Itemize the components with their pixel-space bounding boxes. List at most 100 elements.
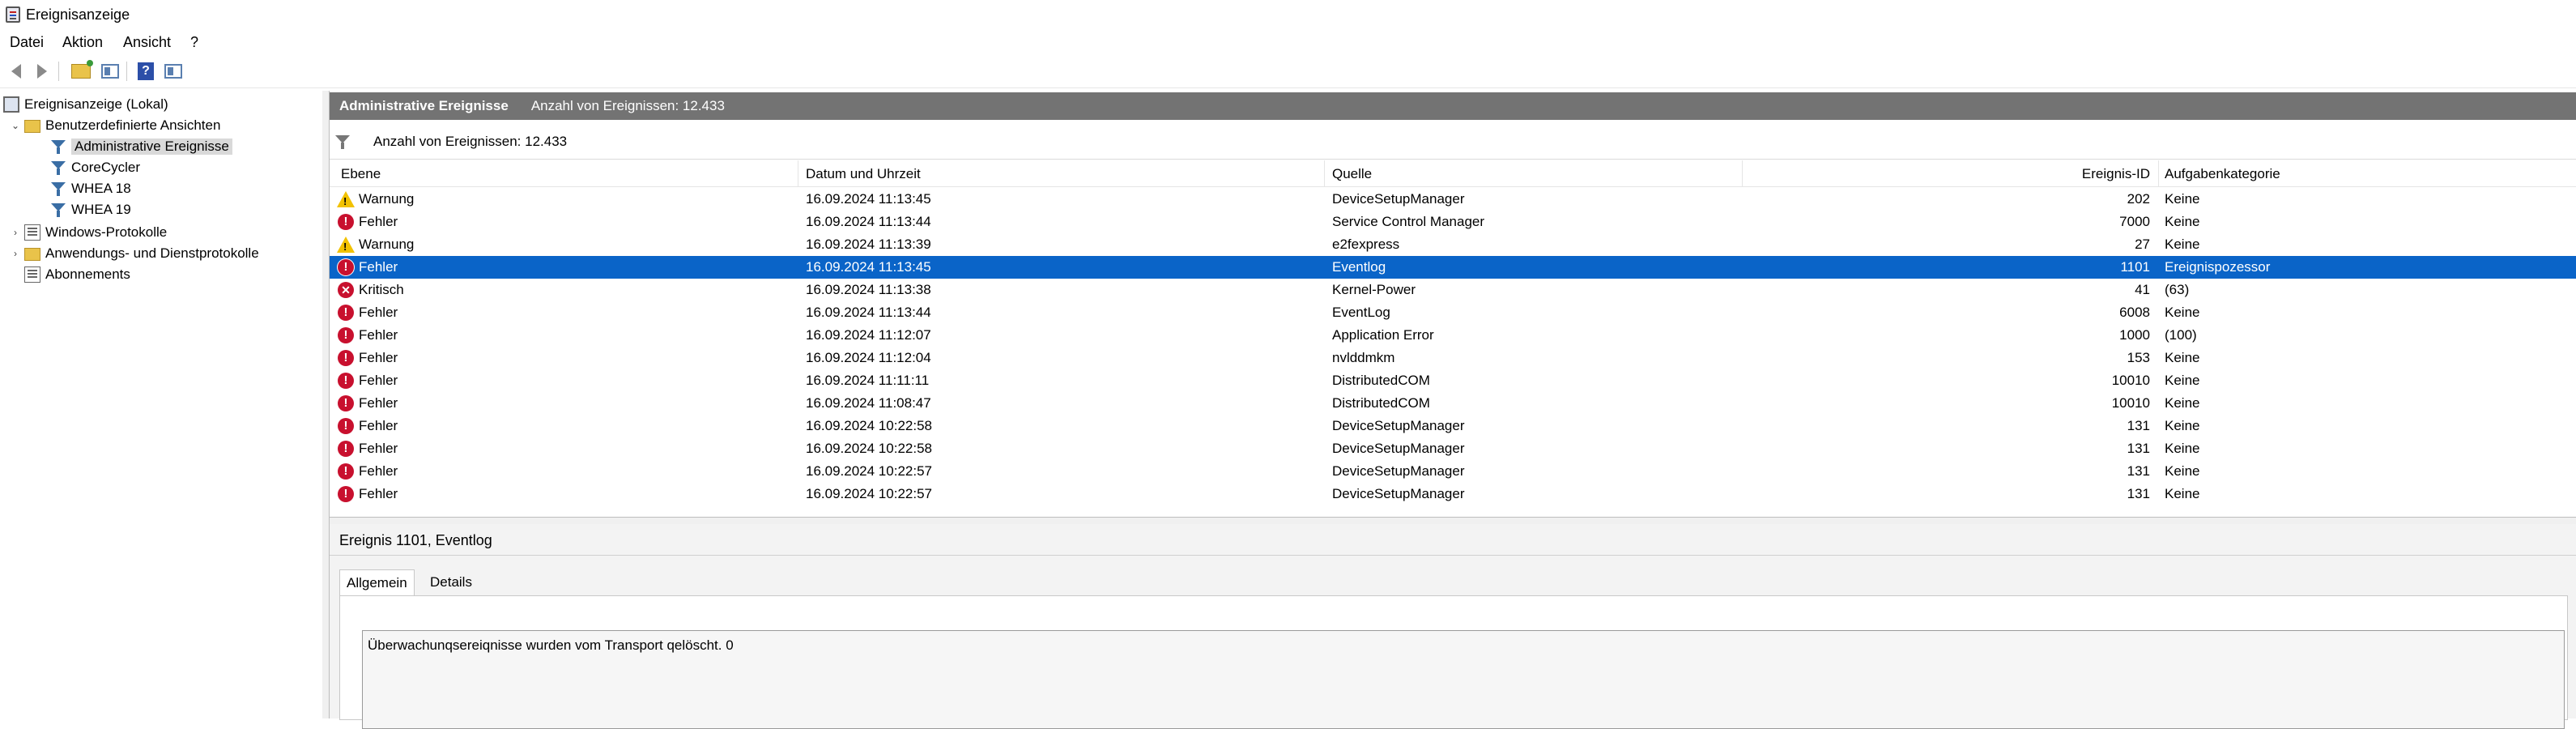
cell-source: DeviceSetupManager	[1332, 441, 1465, 456]
column-header-task-category[interactable]: Aufgabenkategorie	[2165, 166, 2280, 182]
table-row[interactable]: ! Fehler 16.09.2024 11:12:07 Application Er…	[330, 324, 2576, 347]
tree-item-whea-19[interactable]: WHEA 19	[50, 199, 131, 220]
table-row[interactable]: Warnung 16.09.2024 11:13:39 e2fexpress 27 Ke…	[330, 233, 2576, 256]
cell-task-category: Keine	[2165, 350, 2200, 365]
chevron-right-icon[interactable]: ›	[10, 227, 21, 238]
cell-level: Fehler	[359, 486, 398, 501]
menu-ansicht[interactable]: Ansicht	[123, 34, 171, 51]
table-row[interactable]: ! Fehler 16.09.2024 11:13:44 EventLog 6008 Ke…	[330, 301, 2576, 324]
properties-button[interactable]	[99, 60, 121, 83]
column-separator[interactable]	[1742, 160, 1743, 186]
event-message-box[interactable]: Überwachunqsereiqnisse wurden vom Transp…	[362, 630, 2565, 729]
vertical-splitter[interactable]	[322, 91, 330, 718]
cell-task-category: (63)	[2165, 282, 2190, 297]
table-row[interactable]: ! Fehler 16.09.2024 11:12:04 nvlddmkm 153 Kei…	[330, 347, 2576, 369]
filter-count-text: Anzahl von Ereignissen: 12.433	[373, 134, 568, 149]
menu-datei[interactable]: Datei	[10, 34, 44, 51]
toolbar-separator	[58, 62, 59, 81]
table-row[interactable]: ! Fehler 16.09.2024 11:13:44 Service Contro…	[330, 211, 2576, 233]
cell-level: Fehler	[359, 214, 398, 229]
column-header-event-id[interactable]: Ereignis-ID	[2006, 166, 2150, 182]
table-row[interactable]: ✕ Kritisch 16.09.2024 11:13:38 Kernel-Power…	[330, 279, 2576, 301]
cell-source: e2fexpress	[1332, 237, 1400, 252]
table-row[interactable]: Warnung 16.09.2024 11:13:45 DeviceSetupMan…	[330, 188, 2576, 211]
error-icon: !	[338, 350, 354, 366]
cell-level: Fehler	[359, 441, 398, 456]
cell-level: Warnung	[359, 237, 415, 252]
details-divider	[330, 555, 2576, 556]
tree-item-whea-18[interactable]: WHEA 18	[50, 178, 131, 199]
table-row[interactable]: ! Fehler 16.09.2024 10:22:58 DeviceSetupMan…	[330, 415, 2576, 437]
show-pane-button[interactable]	[162, 60, 185, 83]
events-table: Ebene Datum und Uhrzeit Quelle Ereignis-…	[330, 160, 2576, 515]
table-row[interactable]: ! Fehler 16.09.2024 10:22:57 DeviceSetupMan…	[330, 483, 2576, 505]
table-row[interactable]: ! Fehler 16.09.2024 11:08:47 DistributedCOM…	[330, 392, 2576, 415]
help-button[interactable]: ?	[134, 60, 157, 83]
event-viewer-app-icon	[6, 6, 20, 23]
tree-item-label: Abonnements	[45, 266, 130, 282]
cell-date: 16.09.2024 10:22:58	[806, 418, 932, 433]
menu-bar: Datei Aktion Ansicht ?	[0, 29, 2576, 55]
filter-icon	[50, 202, 66, 218]
cell-date: 16.09.2024 11:11:11	[806, 373, 930, 388]
help-icon: ?	[138, 62, 154, 80]
cell-source: DeviceSetupManager	[1332, 191, 1465, 207]
table-row[interactable]: ! Fehler 16.09.2024 10:22:58 DeviceSetupMan…	[330, 437, 2576, 460]
column-header-date[interactable]: Datum und Uhrzeit	[806, 166, 921, 182]
cell-level: Fehler	[359, 395, 398, 411]
back-button[interactable]	[5, 60, 28, 83]
cell-event-id: 10010	[2111, 373, 2150, 388]
tree-item-administrative-events[interactable]: Administrative Ereignisse	[50, 136, 232, 157]
window-title: Ereignisanzeige	[26, 6, 130, 23]
cell-event-id: 10010	[2111, 395, 2150, 411]
tree-item-corecycler[interactable]: CoreCycler	[50, 157, 140, 178]
menu-help[interactable]: ?	[190, 34, 198, 51]
table-row[interactable]: ! Fehler 16.09.2024 11:11:11 DistributedCOM…	[330, 369, 2576, 392]
cell-event-id: 7000	[2119, 214, 2150, 229]
forward-button[interactable]	[31, 60, 53, 83]
cell-event-id: 202	[2127, 191, 2150, 207]
warning-icon	[337, 191, 355, 207]
table-row[interactable]: ! Fehler 16.09.2024 10:22:57 DeviceSetupMan…	[330, 460, 2576, 483]
cell-source: Application Error	[1332, 327, 1434, 343]
column-separator[interactable]	[1324, 160, 1325, 186]
cell-source: EventLog	[1332, 305, 1390, 320]
cell-level: Fehler	[359, 350, 398, 365]
column-header-level[interactable]: Ebene	[341, 166, 381, 182]
cell-task-category: Keine	[2165, 373, 2200, 388]
table-header: Ebene Datum und Uhrzeit Quelle Ereignis-…	[330, 160, 2576, 187]
column-separator[interactable]	[2158, 160, 2159, 186]
column-header-source[interactable]: Quelle	[1332, 166, 1372, 182]
cell-level: Fehler	[359, 259, 398, 275]
pane-header: Administrative Ereignisse Anzahl von Ere…	[330, 92, 2576, 120]
tree-item-windows-logs[interactable]: › Windows-Protokolle	[10, 222, 167, 243]
cell-date: 16.09.2024 11:13:44	[806, 214, 931, 229]
tab-allgemein[interactable]: Allgemein	[339, 569, 415, 596]
chevron-right-icon[interactable]: ›	[10, 248, 21, 259]
forward-arrow-icon	[37, 64, 47, 79]
cell-task-category: Keine	[2165, 486, 2200, 501]
cell-date: 16.09.2024 11:12:07	[806, 327, 931, 343]
cell-task-category: (100)	[2165, 327, 2197, 343]
filter-icon	[334, 134, 351, 150]
cell-event-id: 27	[2135, 237, 2150, 252]
cell-date: 16.09.2024 11:08:47	[806, 395, 931, 411]
toolbar: ?	[0, 55, 2576, 88]
error-icon: !	[338, 305, 354, 321]
open-folder-button[interactable]	[70, 60, 93, 83]
tab-details[interactable]: Details	[424, 569, 479, 595]
tree-item-application-service-logs[interactable]: › Anwendungs- und Dienstprotokolle	[10, 243, 259, 264]
cell-task-category: Keine	[2165, 463, 2200, 479]
chevron-down-icon[interactable]: ⌄	[10, 120, 21, 131]
table-row[interactable]: ! Fehler 16.09.2024 11:13:45 Eventlog 1101 Er…	[330, 256, 2576, 279]
tree-item-custom-views[interactable]: ⌄ Benutzerdefinierte Ansichten	[10, 115, 220, 136]
tree-item-subscriptions[interactable]: Abonnements	[24, 264, 130, 285]
cell-level: Fehler	[359, 327, 398, 343]
title-bar: Ereignisanzeige	[0, 0, 2576, 29]
tree-item-root[interactable]: Ereignisanzeige (Lokal)	[3, 94, 168, 115]
menu-aktion[interactable]: Aktion	[62, 34, 103, 51]
cell-level: Fehler	[359, 305, 398, 320]
tree-item-label: Administrative Ereignisse	[71, 139, 232, 155]
cell-source: DeviceSetupManager	[1332, 486, 1465, 501]
cell-event-id: 153	[2127, 350, 2150, 365]
